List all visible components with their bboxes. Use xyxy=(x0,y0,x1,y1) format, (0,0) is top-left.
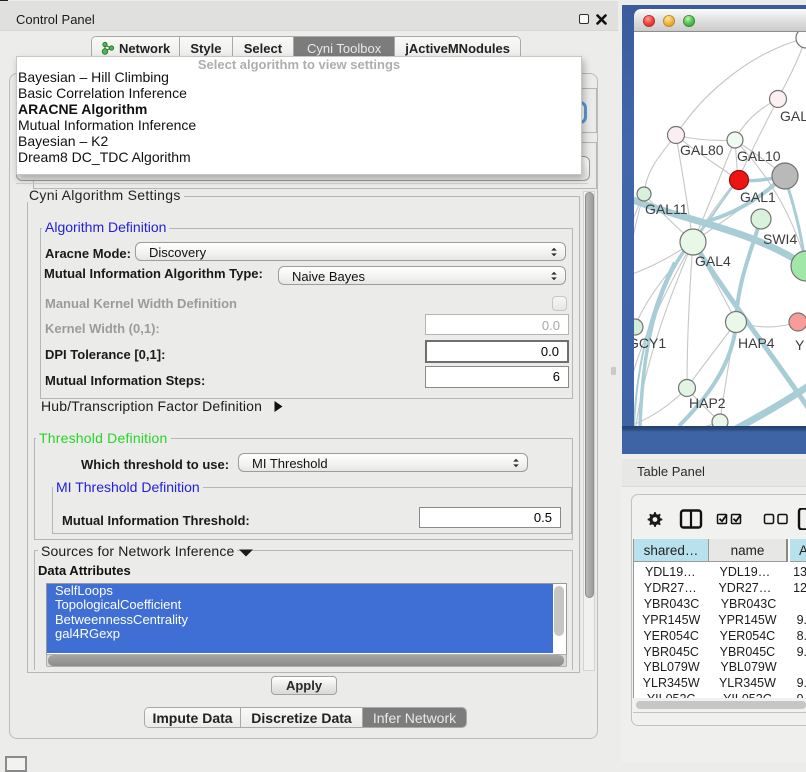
svg-text:GAL1: GAL1 xyxy=(740,189,776,205)
svg-text:Y: Y xyxy=(795,337,805,353)
svg-text:GAL4: GAL4 xyxy=(695,253,731,269)
svg-text:HAP4: HAP4 xyxy=(738,335,775,351)
svg-text:SWI4: SWI4 xyxy=(763,231,797,247)
svg-text:GAL10: GAL10 xyxy=(737,148,781,164)
svg-text:HAP2: HAP2 xyxy=(689,395,726,411)
svg-text:GAL11: GAL11 xyxy=(645,201,688,217)
svg-text:GAL80: GAL80 xyxy=(680,142,724,158)
svg-text:GCY1: GCY1 xyxy=(634,335,666,351)
svg-text:GAL2: GAL2 xyxy=(780,108,806,124)
